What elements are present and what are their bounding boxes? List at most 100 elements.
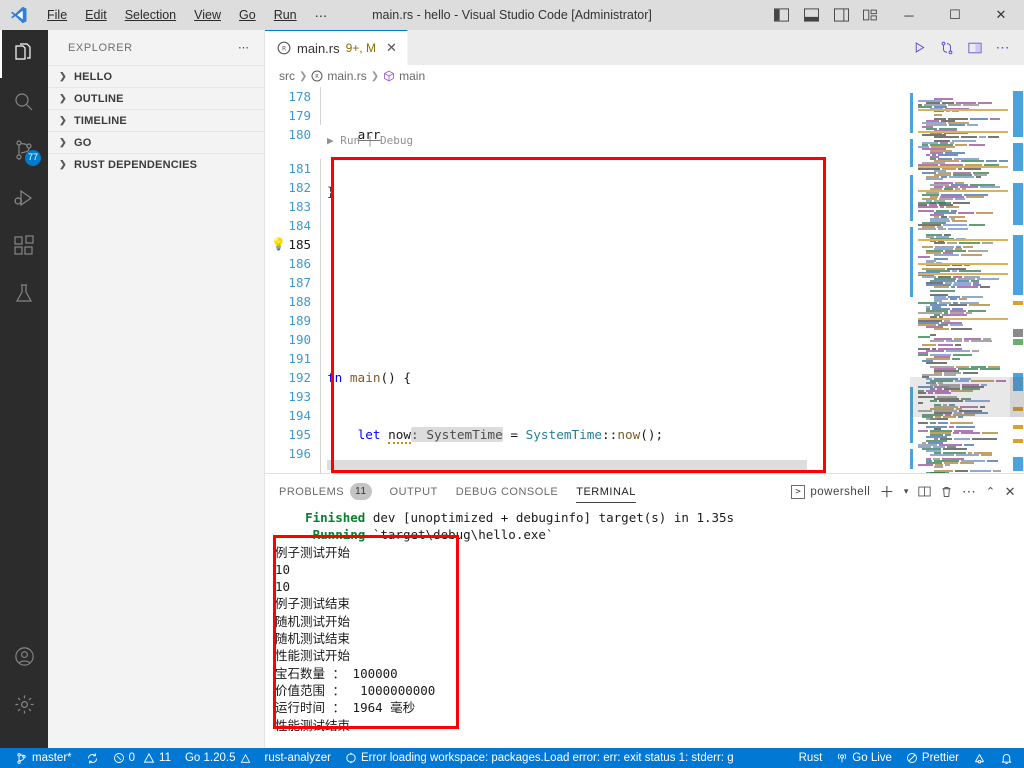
terminal-selector[interactable]: > powershell [791, 484, 870, 499]
line-number: 189 [288, 313, 311, 328]
menu-item-view[interactable]: View [185, 4, 230, 26]
svg-text:R: R [316, 74, 320, 80]
scrollbar-thumb[interactable] [1010, 377, 1024, 417]
tab-close-icon[interactable]: ✕ [382, 40, 397, 56]
kill-terminal-trash-icon[interactable] [940, 485, 953, 499]
status-prettier[interactable]: Prettier [899, 748, 966, 768]
menu-bar[interactable]: File Edit Selection View Go Run ⋯ [38, 4, 336, 27]
status-warning-count: 11 [159, 752, 171, 764]
run-button[interactable] [910, 41, 928, 54]
panel-tab-label: OUTPUT [389, 485, 438, 498]
status-language-label: Rust [798, 752, 823, 764]
scrollbar-overview-mark [1013, 143, 1023, 171]
activitybar-item-run-and-debug[interactable] [0, 174, 48, 222]
problems-count-badge: 11 [350, 483, 372, 500]
scrollbar-overview-mark [1013, 457, 1023, 471]
panel-tab-output[interactable]: OUTPUT [390, 474, 438, 509]
terminal-line: 例子测试结束 [275, 596, 351, 612]
svg-text:R: R [282, 44, 286, 52]
minimap-highlight [918, 273, 1008, 275]
split-editor-button[interactable] [966, 41, 984, 55]
toggle-secondary-sidebar-icon[interactable] [826, 0, 856, 30]
minimap-slider[interactable] [910, 377, 1010, 417]
tab-main-rs[interactable]: R main.rs 9+, M ✕ [265, 30, 408, 65]
scrollbar-overview-mark [1013, 329, 1023, 337]
sidebar-item-go[interactable]: ❯ GO [48, 131, 264, 153]
tab-status: 9+, M [345, 41, 376, 55]
activitybar-item-testing[interactable] [0, 270, 48, 318]
accounts-icon[interactable] [0, 632, 48, 680]
more-actions-button[interactable]: ⋯ [994, 39, 1012, 56]
maximize-panel-button[interactable]: ⌃ [986, 485, 996, 498]
breadcrumb-item-src[interactable]: src [279, 69, 295, 83]
terminal-line: 宝石数量 ： 100000 [275, 665, 398, 681]
terminal-dropdown-button[interactable]: ▾ [904, 486, 909, 497]
quick-fix-lightbulb-icon[interactable]: 💡 [271, 235, 286, 254]
menu-item-edit[interactable]: Edit [76, 4, 116, 26]
sidebar-more-actions-icon[interactable]: ⋯ [238, 41, 250, 54]
panel-tab-bar: PROBLEMS 11 OUTPUT DEBUG CONSOLE TERMINA… [265, 474, 1024, 509]
title-bar: File Edit Selection View Go Run ⋯ main.r… [0, 0, 1024, 30]
panel-more-actions-button[interactable]: ⋯ [962, 483, 977, 500]
status-workspace-error[interactable]: Error loading workspace: packages.Load e… [338, 748, 741, 768]
maximize-button[interactable]: ☐ [932, 0, 978, 30]
activitybar-item-extensions[interactable] [0, 222, 48, 270]
menu-item-more[interactable]: ⋯ [306, 4, 337, 27]
menu-item-selection[interactable]: Selection [116, 4, 185, 26]
chevron-right-icon: ❯ [59, 93, 67, 103]
panel-tab-terminal[interactable]: TERMINAL [576, 474, 636, 509]
toggle-panel-icon[interactable] [796, 0, 826, 30]
scrollbar-overview-mark [1013, 183, 1023, 225]
scrollbar-overview-mark [1013, 425, 1023, 429]
panel-tab-debug-console[interactable]: DEBUG CONSOLE [456, 474, 558, 509]
status-bar-right: Rust Go Live Prettier [792, 748, 1020, 768]
panel-tab-label: DEBUG CONSOLE [455, 485, 559, 498]
panel-tab-problems[interactable]: PROBLEMS 11 [279, 474, 372, 509]
minimap-highlight [918, 239, 1008, 241]
editor-group: R main.rs 9+, M ✕ ⋯ src ❯ R main.rs ❯ ma… [265, 30, 1024, 473]
source-control-graph-button[interactable] [938, 41, 956, 55]
status-language-mode[interactable]: Rust [792, 748, 830, 768]
toggle-primary-sidebar-icon[interactable] [766, 0, 796, 30]
activitybar-item-source-control[interactable]: 77 [0, 126, 48, 174]
chevron-right-icon: ❯ [59, 159, 67, 169]
line-number: 193 [288, 389, 311, 404]
split-terminal-button[interactable] [918, 485, 931, 498]
close-button[interactable]: ✕ [978, 0, 1024, 30]
sidebar-item-rust-dependencies[interactable]: ❯ RUST DEPENDENCIES [48, 153, 264, 175]
terminal-line-status: Running [275, 527, 366, 543]
menu-item-file[interactable]: File [38, 4, 76, 26]
status-problems[interactable]: 0 11 [106, 748, 178, 768]
menu-item-go[interactable]: Go [230, 4, 265, 26]
minimize-button[interactable]: ─ [886, 0, 932, 30]
status-branch[interactable]: master* [8, 748, 79, 768]
manage-settings-gear-icon[interactable] [0, 680, 48, 728]
activitybar-item-explorer[interactable] [0, 30, 48, 78]
sidebar-item-timeline[interactable]: ❯ TIMELINE [48, 109, 264, 131]
activitybar-item-search[interactable] [0, 78, 48, 126]
sidebar-item-hello[interactable]: ❯ HELLO [48, 65, 264, 87]
sidebar-item-outline[interactable]: ❯ OUTLINE [48, 87, 264, 109]
panel-tab-label: PROBLEMS [279, 485, 345, 498]
notifications-bell-icon[interactable] [993, 748, 1020, 768]
sidebar-header: EXPLORER ⋯ [48, 30, 264, 65]
editor-vertical-scrollbar[interactable] [1010, 87, 1024, 473]
status-sync-icon[interactable] [79, 748, 106, 768]
terminal-output[interactable]: Finished dev [unoptimized + debuginfo] t… [265, 509, 1024, 768]
close-panel-button[interactable]: ✕ [1005, 484, 1016, 500]
status-go-live[interactable]: Go Live [829, 748, 899, 768]
minimap-highlight [918, 109, 1008, 111]
breadcrumb-item-main[interactable]: main [399, 69, 425, 83]
breadcrumb-item-main-rs[interactable]: main.rs [327, 69, 366, 83]
customize-layout-icon[interactable] [856, 0, 886, 30]
menu-item-run[interactable]: Run [265, 4, 306, 26]
editor-horizontal-scrollbar[interactable] [327, 460, 807, 470]
terminal-line: 随机测试结束 [275, 631, 351, 647]
status-remote-icon[interactable] [966, 748, 993, 768]
status-rust-analyzer[interactable]: rust-analyzer [258, 748, 338, 768]
new-terminal-button[interactable]: ＋ [879, 481, 895, 502]
minimap[interactable] [910, 87, 1010, 473]
status-go-version[interactable]: Go 1.20.5 [178, 748, 258, 768]
terminal-line: Finished dev [unoptimized + debuginfo] t… [275, 509, 1024, 526]
scrollbar-overview-mark [1013, 339, 1023, 345]
